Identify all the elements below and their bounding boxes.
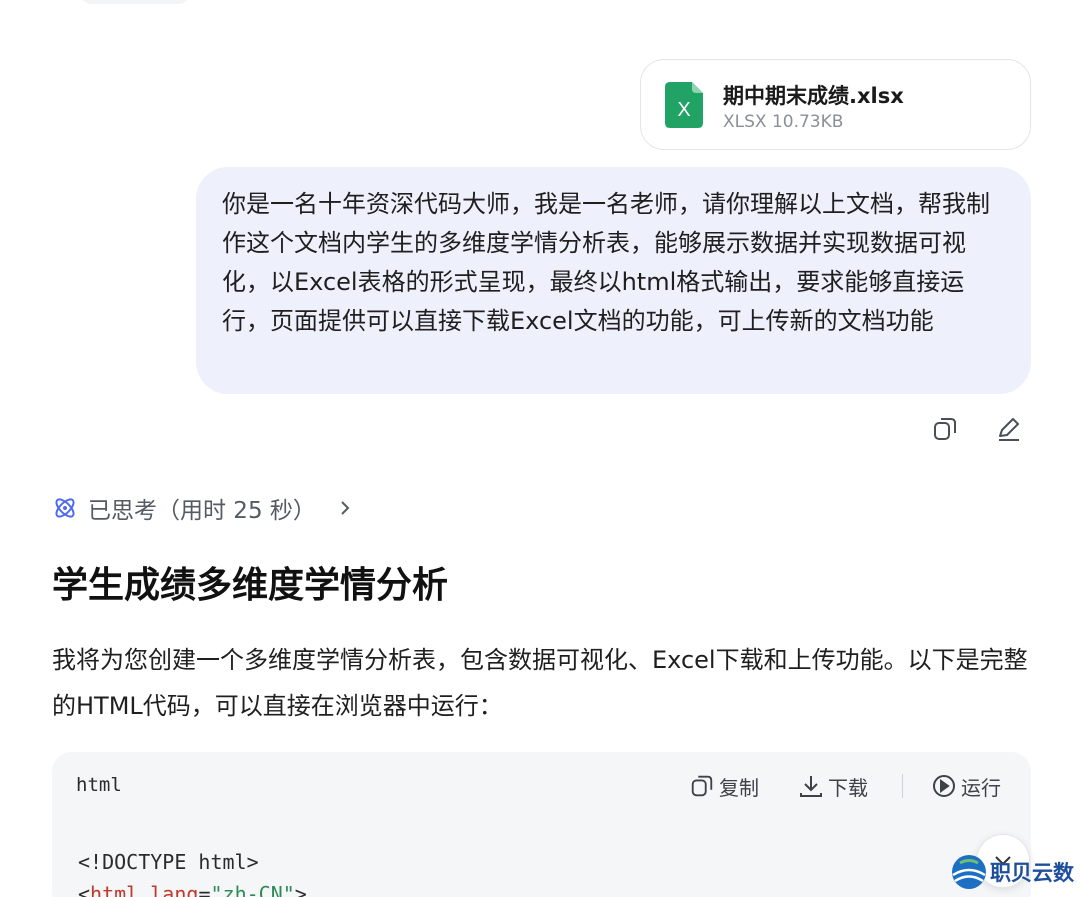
edit-icon <box>999 418 1019 441</box>
chevron-right-icon <box>338 499 352 517</box>
code-line: <!DOCTYPE html> <box>78 850 259 874</box>
code-line: <html lang="zh-CN"> <box>78 882 307 897</box>
watermark: 职贝云数 <box>950 852 1074 892</box>
code-token: lang <box>138 882 199 897</box>
code-language-label: html <box>76 774 122 796</box>
excel-file-icon: X <box>665 82 703 128</box>
download-icon <box>800 776 822 797</box>
attachment-file-meta: XLSX 10.73KB <box>723 112 844 132</box>
copy-message-button[interactable] <box>928 412 962 446</box>
globe-logo-icon <box>952 855 986 889</box>
user-message-bubble: 你是一名十年资深代码大师，我是一名老师，请你理解以上文档，帮我制作这个文档内学生… <box>196 167 1031 394</box>
code-token: "zh-CN" <box>210 882 295 897</box>
run-code-button[interactable]: 运行 <box>931 770 1001 802</box>
thinking-toggle[interactable]: 已思考（用时 25 秒） <box>52 488 352 528</box>
attachment-card[interactable]: X 期中期末成绩.xlsx XLSX 10.73KB <box>640 59 1031 150</box>
toolbar-divider <box>902 774 903 798</box>
answer-paragraph: 我将为您创建一个多维度学情分析表，包含数据可视化、Excel下载和上传功能。以下… <box>52 646 1028 720</box>
copy-code-button[interactable]: 复制 <box>689 770 759 802</box>
user-message-text: 你是一名十年资深代码大师，我是一名老师，请你理解以上文档，帮我制作这个文档内学生… <box>222 190 990 335</box>
download-code-button[interactable]: 下载 <box>798 770 868 802</box>
code-token: = <box>198 882 211 897</box>
code-token: > <box>294 882 307 897</box>
copy-code-label: 复制 <box>719 775 759 800</box>
watermark-text: 职贝云数 <box>990 861 1074 885</box>
play-icon <box>933 775 955 797</box>
user-message-actions <box>926 410 1030 446</box>
svg-text:X: X <box>677 99 690 121</box>
download-code-label: 下载 <box>828 775 868 800</box>
code-token: < <box>78 882 91 897</box>
code-token: html <box>90 882 139 897</box>
copy-icon <box>934 418 956 440</box>
previous-message-fragment <box>80 0 190 4</box>
answer-title: 学生成绩多维度学情分析 <box>52 565 449 606</box>
run-code-label: 运行 <box>961 775 1001 800</box>
copy-icon <box>691 775 713 797</box>
atom-icon <box>55 498 75 518</box>
edit-message-button[interactable] <box>992 412 1026 446</box>
thinking-label: 已思考（用时 25 秒） <box>88 498 316 524</box>
attachment-file-name: 期中期末成绩.xlsx <box>723 84 904 108</box>
code-block: html 复制 下载 运行 <!DOCTYPE html> <html lang… <box>52 752 1031 897</box>
